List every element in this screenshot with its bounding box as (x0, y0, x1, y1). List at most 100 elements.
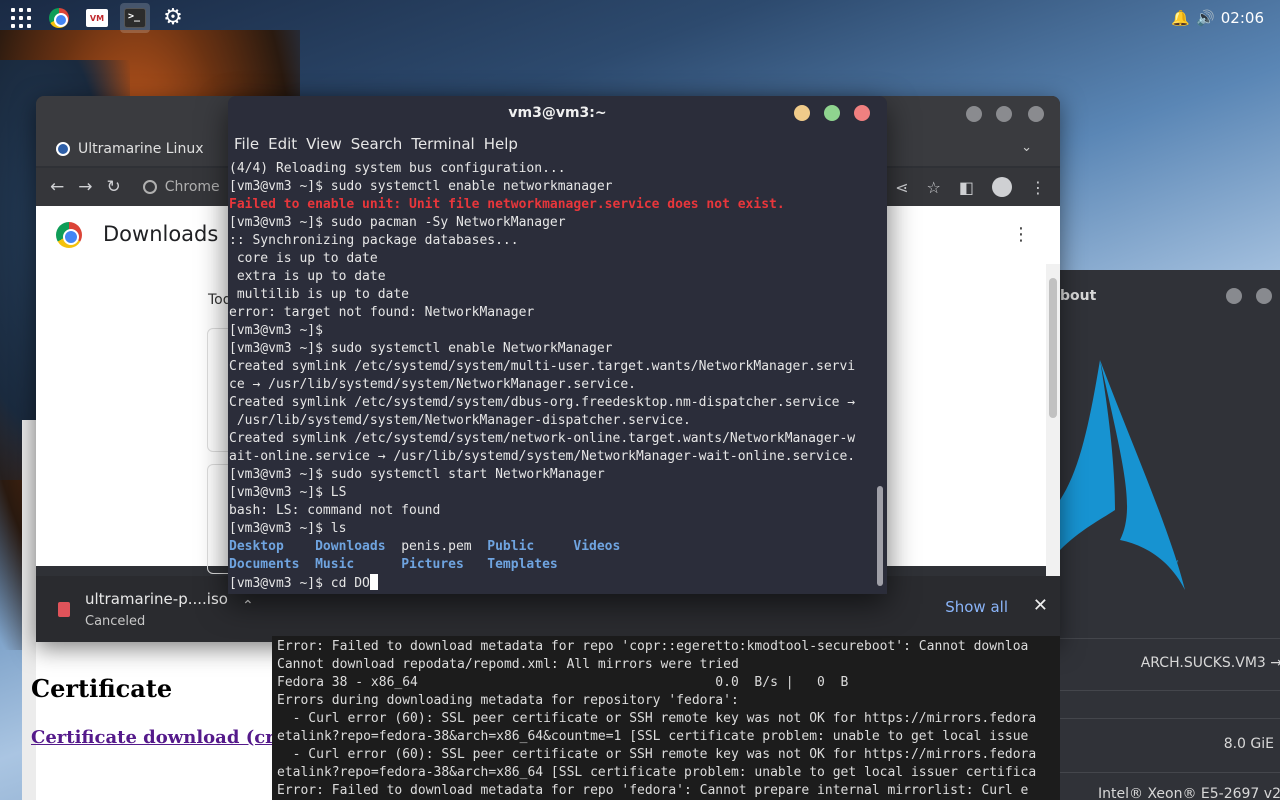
downloads-scrollbar[interactable] (1046, 264, 1060, 576)
terminal-line: [vm3@vm3 ~]$ sudo systemctl start Networ… (229, 467, 605, 482)
page-title: Downloads (103, 222, 219, 246)
maximize-icon[interactable] (824, 105, 840, 121)
terminal-launcher-button[interactable]: >_ (120, 3, 150, 33)
memory-value: 8.0 GiE (1223, 736, 1274, 752)
side-panel-icon[interactable]: ◧ (959, 178, 974, 197)
terminal-menu-search[interactable]: Search (351, 132, 412, 158)
dnf-terminal-output: Error: Failed to download metadata for r… (277, 638, 1036, 800)
chrome-logo-icon (56, 222, 82, 248)
file-icon (58, 602, 70, 617)
terminal-line: [vm3@vm3 ~]$ sudo systemctl enable Netwo… (229, 341, 613, 356)
about-divider (1060, 690, 1280, 691)
volume-icon[interactable]: 🔊 (1196, 9, 1215, 27)
dnf-output-line: Error: Failed to download metadata for r… (277, 783, 1029, 798)
launcher: VM >_ ⚙ (6, 3, 188, 33)
bell-icon[interactable]: 🔔 (1171, 9, 1190, 27)
settings-launcher-button[interactable]: ⚙ (158, 3, 188, 33)
reload-icon[interactable]: ↻ (107, 177, 121, 197)
minimize-icon[interactable] (794, 105, 810, 121)
terminal-ls-row: Desktop Downloads penis.pem Public Video… (228, 538, 876, 556)
forward-arrow-icon[interactable]: → (78, 177, 92, 197)
dnf-output-line: etalink?repo=fedora-38&arch=x86_64 [SSL … (277, 765, 1037, 780)
downloads-menu-kebab-icon[interactable]: ⋮ (1012, 224, 1030, 245)
profile-avatar-icon[interactable] (992, 177, 1012, 197)
minimize-icon[interactable] (1226, 288, 1242, 304)
vm-launcher-button[interactable]: VM (82, 3, 112, 33)
arch-linux-logo-icon: ™ (1060, 360, 1185, 590)
terminal-prompt[interactable]: [vm3@vm3 ~]$ cd DO (228, 574, 876, 592)
terminal-line: Created symlink /etc/systemd/system/mult… (229, 359, 856, 374)
tab-ultramarine-linux[interactable]: Ultramarine Linux (44, 132, 244, 166)
terminal-line: [vm3@vm3 ~]$ sudo systemctl enable netwo… (229, 179, 613, 194)
terminal-line: :: Synchronizing package databases... (229, 233, 519, 248)
settings-gear-icon: ⚙ (163, 5, 183, 30)
dnf-terminal-window: Error: Failed to download metadata for r… (272, 636, 1060, 800)
dnf-output-line: etalink?repo=fedora-38&arch=x86_64&count… (277, 729, 1029, 744)
ls-entry: Videos (573, 539, 660, 554)
terminal-line: Created symlink /etc/systemd/system/dbus… (229, 395, 856, 410)
tab-search-chevron-icon[interactable]: ⌄ (1021, 140, 1032, 155)
minimize-icon[interactable] (966, 106, 982, 122)
terminal-window: vm3@vm3:~ File Edit View Search Terminal Help… (228, 96, 887, 594)
close-icon[interactable] (854, 105, 870, 121)
chrome-launcher-button[interactable] (44, 3, 74, 33)
terminal-title: vm3@vm3:~ (508, 105, 607, 121)
apps-grid-icon (11, 8, 31, 28)
scrollbar-thumb[interactable] (1049, 278, 1057, 418)
show-all-button[interactable]: Show all (945, 598, 1008, 616)
chrome-icon (49, 8, 69, 28)
text-cursor (369, 574, 378, 590)
dnf-output-line: Fedora 38 - x86_64 0.0 B/s | 0 B (277, 675, 849, 690)
back-arrow-icon[interactable]: ← (50, 177, 64, 197)
terminal-line: [vm3@vm3 ~]$ ls (229, 521, 347, 536)
dnf-output-line: Error: Failed to download metadata for r… (277, 639, 1029, 654)
ls-entry: Templates (487, 557, 574, 572)
terminal-line: bash: LS: command not found (229, 503, 441, 518)
dnf-output-line: Errors during downloading metadata for r… (277, 693, 739, 708)
dnf-output-line: - Curl error (60): SSL peer certificate … (277, 747, 1037, 762)
ls-entry: Documents (229, 557, 316, 572)
terminal-line: Failed to enable unit: Unit file network… (229, 197, 785, 212)
ls-entry: Music (315, 557, 402, 572)
vm-icon: VM (86, 9, 108, 27)
ls-entry: Downloads (315, 539, 402, 554)
ls-entry: Pictures (401, 557, 488, 572)
close-shelf-icon[interactable]: ✕ (1033, 595, 1048, 616)
chrome-site-icon (142, 180, 157, 194)
terminal-line: [vm3@vm3 ~]$ LS (229, 485, 347, 500)
terminal-line: Created symlink /etc/systemd/system/netw… (229, 431, 856, 446)
download-file-name[interactable]: ultramarine-p....iso (85, 590, 228, 608)
terminal-line: extra is up to date (229, 269, 386, 284)
terminal-menu-view[interactable]: View (306, 132, 351, 158)
bookmark-star-icon[interactable]: ☆ (927, 178, 941, 197)
terminal-scrollbar[interactable] (877, 486, 883, 586)
terminal-line: core is up to date (229, 251, 378, 266)
terminal-menu-file[interactable]: File (234, 132, 268, 158)
terminal-line: ce → /usr/lib/systemd/system/NetworkMana… (229, 377, 636, 392)
dnf-output-line: Cannot download repodata/repomd.xml: All… (277, 657, 739, 672)
omnibox[interactable]: Chrome (142, 179, 220, 195)
prompt-text: [vm3@vm3 ~]$ cd DO (229, 576, 370, 591)
terminal-output[interactable]: (4/4) Reloading system bus configuration… (228, 160, 876, 594)
menu-kebab-icon[interactable]: ⋮ (1030, 178, 1046, 197)
device-name-row[interactable]: ARCH.SUCKS.VM3 → (1141, 655, 1280, 671)
terminal-menu-edit[interactable]: Edit (268, 132, 306, 158)
maximize-icon[interactable] (996, 106, 1012, 122)
system-tray: 🔔 🔊 02:06 (1171, 9, 1274, 27)
terminal-line: multilib is up to date (229, 287, 410, 302)
share-icon[interactable]: ⋖ (895, 178, 908, 197)
terminal-titlebar[interactable]: vm3@vm3:~ (228, 96, 887, 132)
maximize-icon[interactable] (1256, 288, 1272, 304)
terminal-line: [vm3@vm3 ~]$ (229, 323, 323, 338)
omnibox-text: Chrome (164, 179, 220, 195)
apps-grid-button[interactable] (6, 3, 36, 33)
ultramarine-favicon-icon (56, 142, 70, 156)
terminal-menu-terminal[interactable]: Terminal (411, 132, 483, 158)
certificate-download-link[interactable]: Certificate download (crt) (31, 727, 274, 748)
about-title: bout (1060, 288, 1097, 304)
clock[interactable]: 02:06 (1221, 9, 1264, 27)
terminal-menu-help[interactable]: Help (484, 132, 527, 158)
chevron-up-icon[interactable]: ⌃ (242, 598, 254, 614)
ls-entry: penis.pem (401, 539, 488, 554)
close-icon[interactable] (1028, 106, 1044, 122)
